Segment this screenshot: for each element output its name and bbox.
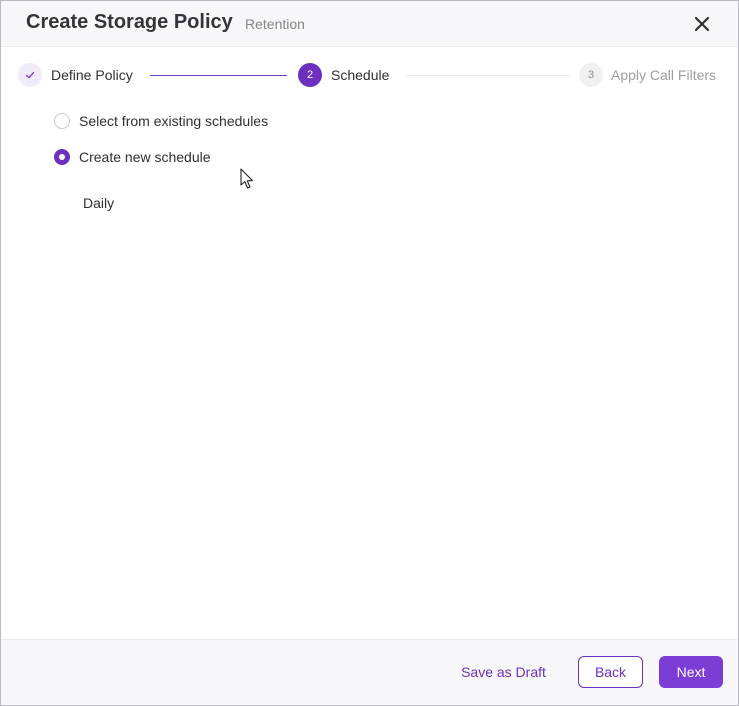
- step-3-indicator[interactable]: 3: [579, 63, 603, 87]
- save-as-draft-button[interactable]: Save as Draft: [456, 664, 551, 682]
- step-2-indicator[interactable]: 2: [298, 63, 322, 87]
- check-icon: [25, 71, 35, 79]
- dialog-header: Create Storage Policy Retention: [1, 1, 738, 47]
- dialog-title: Create Storage Policy: [26, 11, 233, 33]
- close-icon: [694, 16, 710, 32]
- existing-schedule-label[interactable]: Select from existing schedules: [79, 113, 268, 129]
- dialog-subtitle: Retention: [245, 16, 305, 32]
- schedule-frequency[interactable]: Daily: [83, 195, 114, 211]
- next-button[interactable]: Next: [659, 656, 723, 688]
- create-storage-policy-dialog: Create Storage Policy Retention Define P…: [0, 0, 739, 706]
- new-schedule-label[interactable]: Create new schedule: [79, 149, 211, 165]
- new-schedule-radio[interactable]: [54, 149, 70, 165]
- step-2-label[interactable]: Schedule: [331, 67, 389, 83]
- existing-schedule-radio[interactable]: [54, 113, 70, 129]
- step-1-label[interactable]: Define Policy: [51, 67, 133, 83]
- close-button[interactable]: [691, 13, 713, 35]
- mouse-pointer-icon: [240, 168, 253, 189]
- back-button[interactable]: Back: [578, 656, 643, 688]
- step-3-label[interactable]: Apply Call Filters: [611, 67, 716, 83]
- step-connector-1: [150, 75, 287, 76]
- step-1-indicator[interactable]: [18, 63, 42, 87]
- dialog-footer: Save as Draft Back Next: [1, 639, 738, 705]
- step-connector-2: [406, 75, 569, 76]
